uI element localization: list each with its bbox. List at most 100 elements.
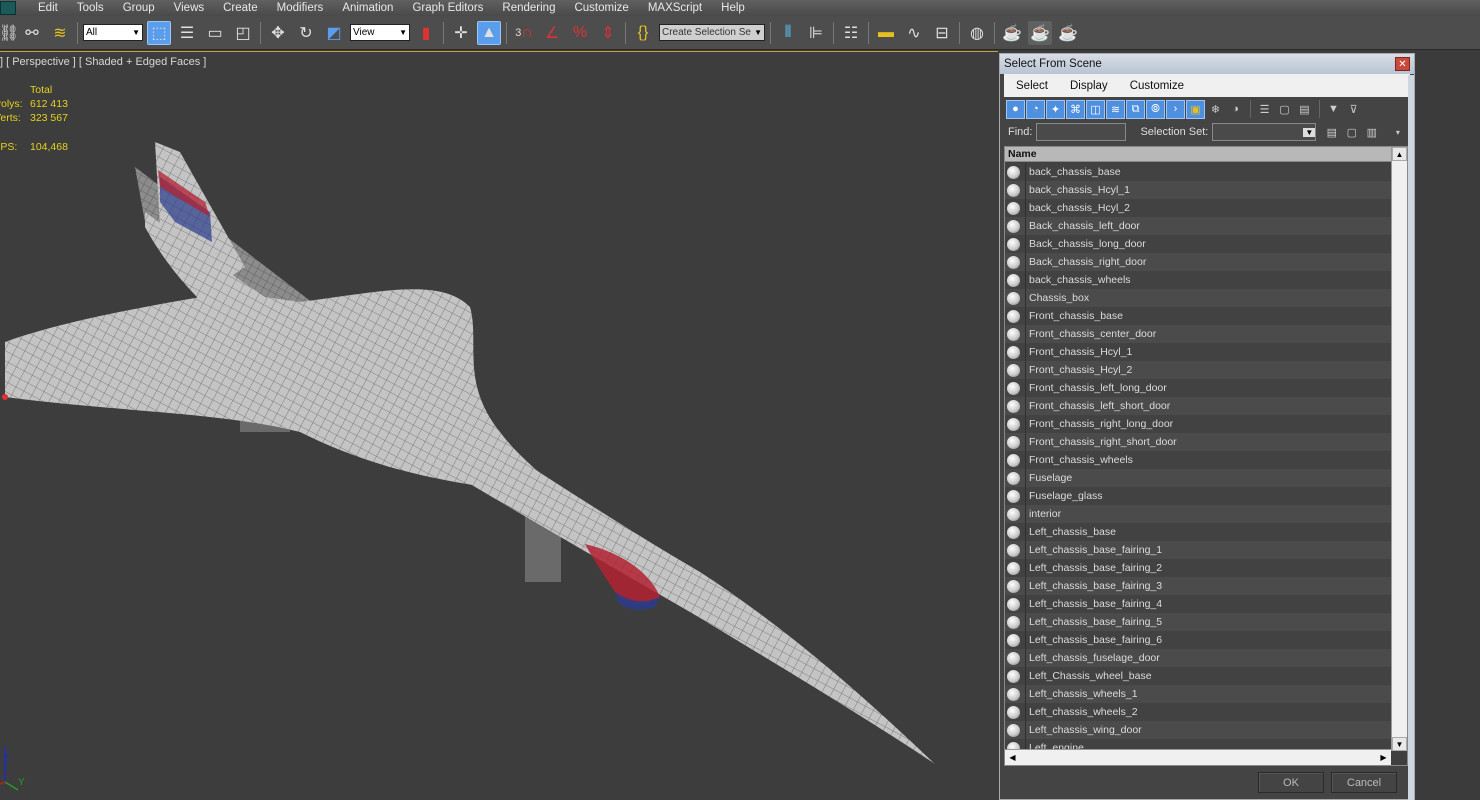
- list-item[interactable]: Front_chassis_wheels: [1005, 451, 1391, 469]
- selection-filter-dropdown[interactable]: All ▼: [83, 24, 143, 41]
- list-item[interactable]: Left_chassis_wheels_2: [1005, 703, 1391, 721]
- filter-icon[interactable]: ▼: [1324, 100, 1343, 119]
- select-all-icon[interactable]: ▤: [1322, 123, 1341, 142]
- select-object-icon[interactable]: ⬚: [147, 20, 171, 45]
- find-input[interactable]: [1036, 123, 1127, 141]
- display-lights-icon[interactable]: ✦: [1046, 99, 1065, 119]
- menu-tools[interactable]: Tools: [69, 2, 112, 14]
- menu-create[interactable]: Create: [215, 2, 266, 14]
- snaps-toggle-icon[interactable]: 3 ∩: [512, 21, 536, 45]
- list-item[interactable]: Left_chassis_base_fairing_5: [1005, 613, 1391, 631]
- list-item[interactable]: Left_chassis_base_fairing_3: [1005, 577, 1391, 595]
- material-editor-icon[interactable]: ◍: [965, 21, 989, 45]
- mirror-icon[interactable]: ⫴: [776, 21, 800, 45]
- render-production-icon[interactable]: ☕: [1056, 21, 1080, 45]
- list-item[interactable]: Fuselage: [1005, 469, 1391, 487]
- select-by-name-icon[interactable]: ☰: [175, 21, 199, 45]
- display-shapes-icon[interactable]: ◔: [1026, 99, 1045, 119]
- column-header-name[interactable]: Name: [1005, 147, 1407, 162]
- dialog-menu-customize[interactable]: Customize: [1118, 80, 1194, 92]
- list-item[interactable]: Left_chassis_base: [1005, 523, 1391, 541]
- display-all-icon[interactable]: ☰: [1255, 100, 1274, 119]
- layer-manager-icon[interactable]: ☷: [839, 21, 863, 45]
- display-helpers-icon[interactable]: ◫: [1086, 99, 1105, 119]
- dialog-title-bar[interactable]: Select From Scene ✕: [1000, 54, 1414, 74]
- keyboard-shortcut-override-icon[interactable]: ▲: [477, 20, 501, 45]
- menu-animation[interactable]: Animation: [334, 2, 401, 14]
- percent-snap-icon[interactable]: %: [568, 21, 592, 45]
- link-icon[interactable]: ⛓: [0, 21, 19, 45]
- rectangular-selection-icon[interactable]: ▭: [203, 21, 227, 45]
- align-icon[interactable]: ⊫: [804, 21, 828, 45]
- vertical-scrollbar[interactable]: ▲ ▼: [1391, 147, 1407, 751]
- unlink-icon[interactable]: ⚯: [20, 21, 44, 45]
- pivot-center-icon[interactable]: ▮: [414, 21, 438, 45]
- rotate-icon[interactable]: ↻: [294, 21, 318, 45]
- list-item[interactable]: Front_chassis_center_door: [1005, 325, 1391, 343]
- list-item[interactable]: Front_chassis_right_short_door: [1005, 433, 1391, 451]
- select-invert-icon[interactable]: ▥: [1362, 123, 1381, 142]
- list-item[interactable]: Left_chassis_wing_door: [1005, 721, 1391, 739]
- display-groups-icon[interactable]: ⧉: [1126, 99, 1145, 119]
- list-item[interactable]: Fuselage_glass: [1005, 487, 1391, 505]
- list-item[interactable]: back_chassis_base: [1005, 163, 1391, 181]
- move-icon[interactable]: ✥: [266, 21, 290, 45]
- reference-coordinate-dropdown[interactable]: View ▼: [350, 24, 410, 41]
- display-geometry-icon[interactable]: ●: [1006, 99, 1025, 119]
- cancel-button[interactable]: Cancel: [1331, 772, 1397, 793]
- close-icon[interactable]: ✕: [1395, 57, 1410, 71]
- display-invert-icon[interactable]: ▤: [1295, 100, 1314, 119]
- curve-editor-icon[interactable]: ∿: [902, 21, 926, 45]
- list-item[interactable]: Front_chassis_left_long_door: [1005, 379, 1391, 397]
- list-item[interactable]: Left_chassis_wheels_1: [1005, 685, 1391, 703]
- menu-modifiers[interactable]: Modifiers: [269, 2, 332, 14]
- horizontal-scrollbar[interactable]: ◀ ▶: [1005, 749, 1391, 765]
- display-none-icon[interactable]: ▢: [1275, 100, 1294, 119]
- list-item[interactable]: Left_chassis_base_fairing_1: [1005, 541, 1391, 559]
- display-bones-icon[interactable]: ›: [1166, 99, 1185, 119]
- list-item[interactable]: interior: [1005, 505, 1391, 523]
- select-manipulate-icon[interactable]: ✛: [449, 21, 473, 45]
- list-item[interactable]: Left_Chassis_wheel_base: [1005, 667, 1391, 685]
- filter-options-icon[interactable]: ⊽: [1344, 100, 1363, 119]
- bind-space-warp-icon[interactable]: ≋: [48, 21, 72, 45]
- named-selection-dropdown[interactable]: Create Selection Se ▼: [659, 24, 765, 41]
- display-containers-icon[interactable]: ▣: [1186, 99, 1205, 119]
- list-item[interactable]: back_chassis_Hcyl_1: [1005, 181, 1391, 199]
- list-item[interactable]: Back_chassis_left_door: [1005, 217, 1391, 235]
- menu-maxscript[interactable]: MAXScript: [640, 2, 710, 14]
- list-item[interactable]: Front_chassis_left_short_door: [1005, 397, 1391, 415]
- display-frozen-icon[interactable]: ❄: [1206, 100, 1225, 119]
- selection-set-dropdown[interactable]: ▼: [1212, 123, 1317, 141]
- app-logo-icon[interactable]: [0, 1, 16, 15]
- edit-named-selection-icon[interactable]: {}: [631, 21, 655, 45]
- menu-views[interactable]: Views: [166, 2, 212, 14]
- list-item[interactable]: Left_chassis_base_fairing_4: [1005, 595, 1391, 613]
- display-xrefs-icon[interactable]: ⦾: [1146, 99, 1165, 119]
- find-options-icon[interactable]: ▾: [1388, 123, 1407, 142]
- list-item[interactable]: Front_chassis_base: [1005, 307, 1391, 325]
- list-item[interactable]: Front_chassis_Hcyl_1: [1005, 343, 1391, 361]
- display-space-warps-icon[interactable]: ≋: [1106, 99, 1125, 119]
- schematic-view-icon[interactable]: ⊟: [930, 21, 954, 45]
- graphite-modeling-tools-icon[interactable]: ▬: [874, 21, 898, 45]
- menu-help[interactable]: Help: [713, 2, 753, 14]
- list-item[interactable]: Left_chassis_base_fairing_2: [1005, 559, 1391, 577]
- scroll-left-icon[interactable]: ◀: [1005, 750, 1020, 765]
- menu-customize[interactable]: Customize: [566, 2, 636, 14]
- scroll-up-icon[interactable]: ▲: [1392, 147, 1407, 161]
- ok-button[interactable]: OK: [1258, 772, 1324, 793]
- menu-rendering[interactable]: Rendering: [494, 2, 563, 14]
- list-item[interactable]: Chassis_box: [1005, 289, 1391, 307]
- list-item[interactable]: back_chassis_Hcyl_2: [1005, 199, 1391, 217]
- aircraft-model-wireframe[interactable]: [0, 52, 998, 800]
- spinner-snap-icon[interactable]: ⇕: [596, 21, 620, 45]
- menu-group[interactable]: Group: [115, 2, 163, 14]
- list-item[interactable]: Back_chassis_right_door: [1005, 253, 1391, 271]
- select-none-icon[interactable]: ▢: [1342, 123, 1361, 142]
- perspective-viewport[interactable]: ] [ Perspective ] [ Shaded + Edged Faces…: [0, 51, 998, 800]
- dialog-menu-select[interactable]: Select: [1004, 80, 1058, 92]
- scale-icon[interactable]: ◩: [322, 21, 346, 45]
- list-item[interactable]: Left_chassis_base_fairing_6: [1005, 631, 1391, 649]
- display-hidden-icon[interactable]: ◑: [1226, 100, 1245, 119]
